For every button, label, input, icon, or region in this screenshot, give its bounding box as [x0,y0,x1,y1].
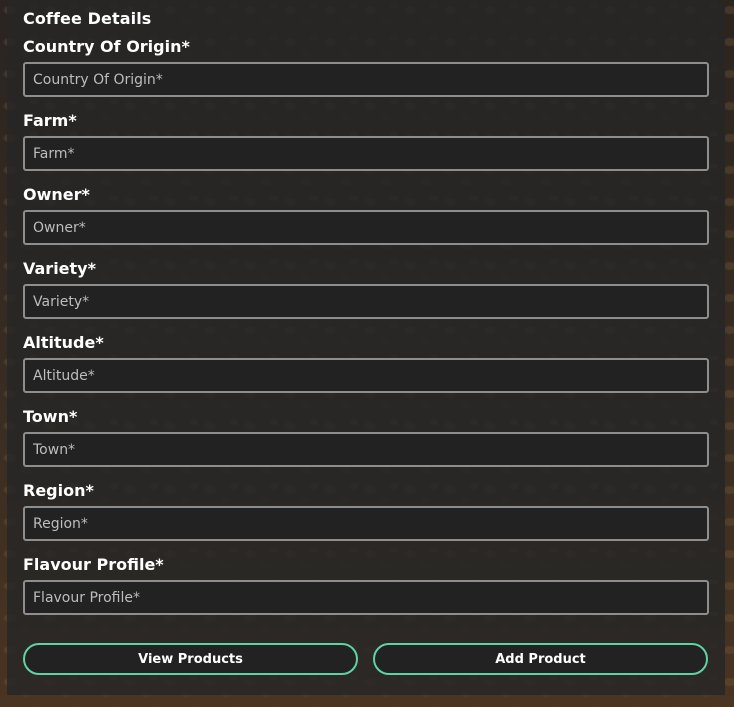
region-input[interactable] [23,506,709,541]
add-product-button[interactable]: Add Product [373,643,708,675]
country-of-origin-label: Country Of Origin* [23,37,190,56]
variety-field: Variety* [23,258,709,319]
town-label: Town* [23,407,78,426]
variety-label: Variety* [23,259,96,278]
farm-label: Farm* [23,111,77,130]
section-title: Coffee Details [23,9,152,28]
altitude-label: Altitude* [23,333,104,352]
owner-label: Owner* [23,185,90,204]
region-label: Region* [23,481,94,500]
view-products-button[interactable]: View Products [23,643,358,675]
variety-input[interactable] [23,284,709,319]
farm-input[interactable] [23,136,709,171]
town-field: Town* [23,406,709,467]
flavour-profile-input[interactable] [23,580,709,615]
country-of-origin-input[interactable] [23,62,709,97]
altitude-input[interactable] [23,358,709,393]
owner-input[interactable] [23,210,709,245]
country-of-origin-field: Country Of Origin* [23,36,709,97]
flavour-profile-label: Flavour Profile* [23,555,164,574]
coffee-details-panel: Coffee Details Country Of Origin* Farm* … [7,0,725,695]
farm-field: Farm* [23,110,709,171]
town-input[interactable] [23,432,709,467]
region-field: Region* [23,480,709,541]
owner-field: Owner* [23,184,709,245]
flavour-profile-field: Flavour Profile* [23,554,709,615]
altitude-field: Altitude* [23,332,709,393]
